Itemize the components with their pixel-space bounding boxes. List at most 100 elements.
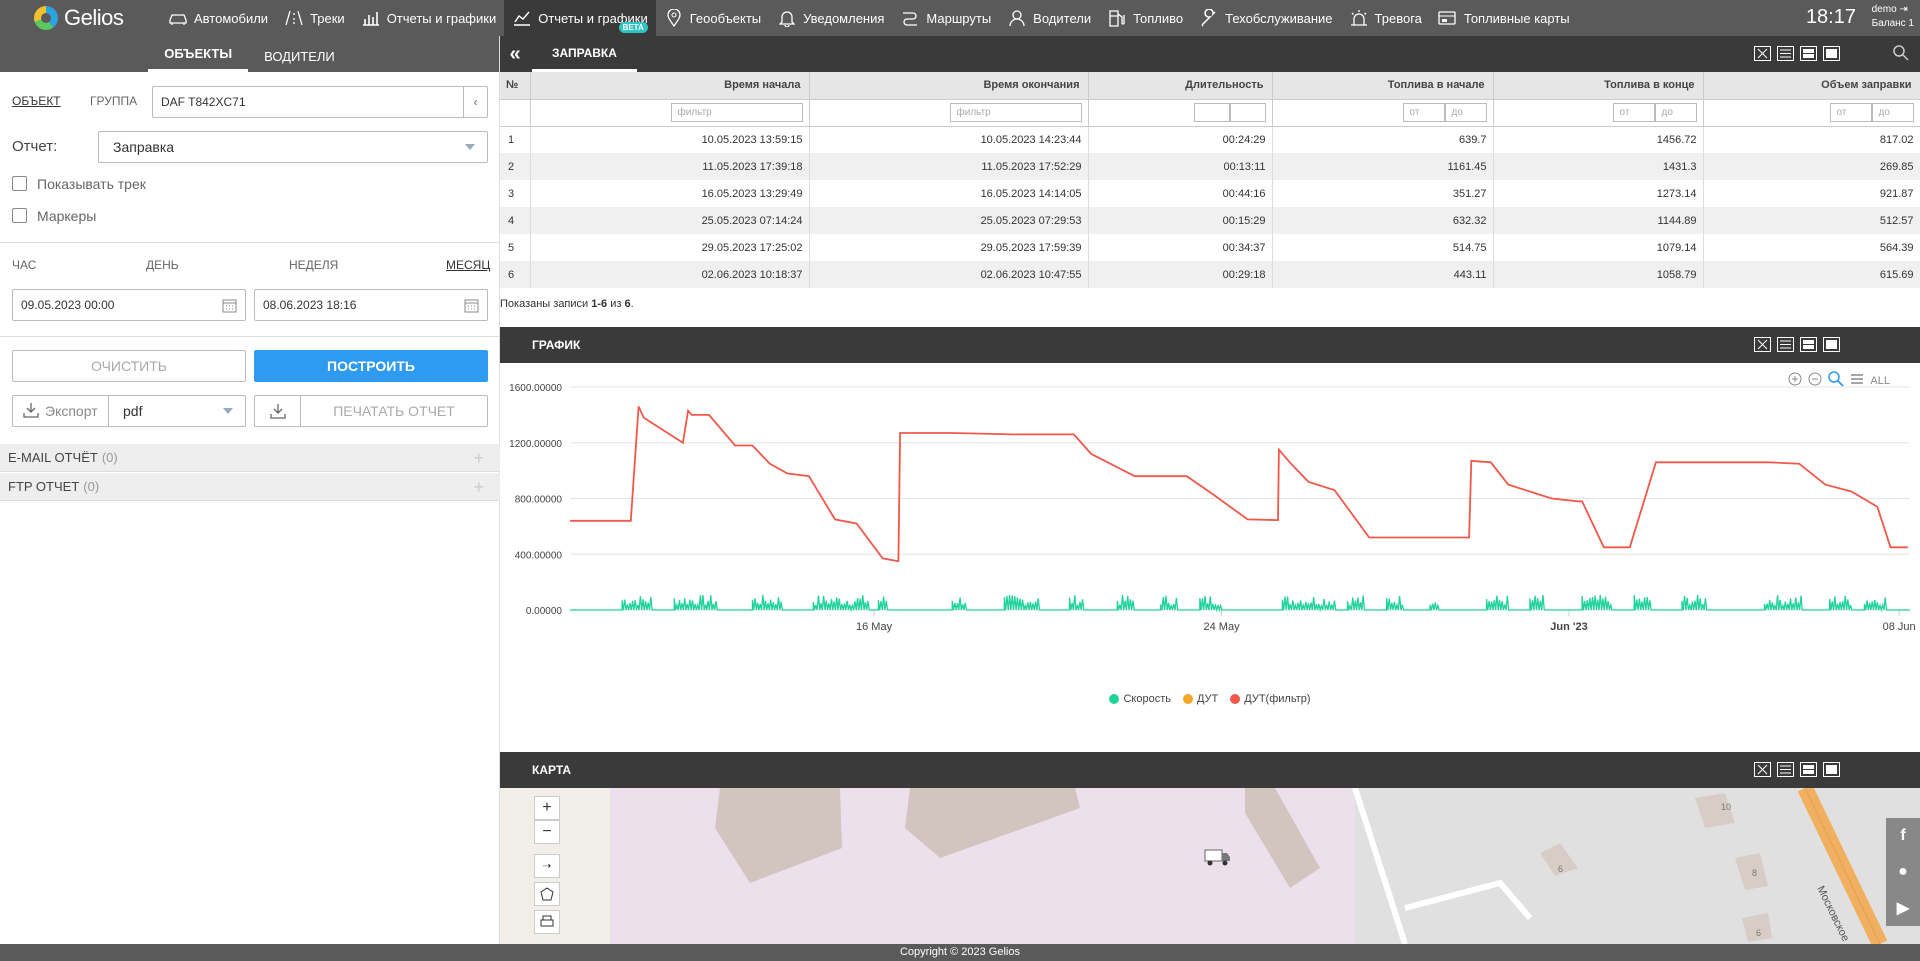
from-input[interactable]: от: [1612, 103, 1655, 122]
legend-item-speed[interactable]: Скорость: [1109, 693, 1171, 705]
truck-icon[interactable]: [1202, 846, 1232, 871]
print-report-button[interactable]: ПЕЧАТАТЬ ОТЧЕТ: [254, 395, 488, 427]
column-header[interactable]: №: [500, 72, 531, 100]
nav-maintenance[interactable]: Техобслуживание: [1191, 0, 1340, 36]
plus-icon[interactable]: +: [473, 477, 484, 498]
to-input[interactable]: до: [1444, 103, 1487, 122]
filter-input[interactable]: фильтр: [670, 103, 803, 122]
table-row[interactable]: 6 02.06.2023 10:18:37 02.06.2023 10:47:55 0…: [500, 261, 1920, 288]
column-header[interactable]: Время начала: [530, 72, 810, 100]
table-row[interactable]: 5 29.05.2023 17:25:02 29.05.2023 17:59:39 0…: [500, 234, 1920, 261]
map-zoom-out-button[interactable]: −: [534, 820, 560, 844]
period-month[interactable]: МЕСЯЦ: [446, 258, 490, 272]
filter-input[interactable]: фильтр: [949, 103, 1082, 122]
mode-object[interactable]: ОБЪЕКТ: [12, 94, 61, 108]
chevron-left-icon[interactable]: ‹: [463, 87, 487, 117]
map-zoom-in-button[interactable]: +: [534, 796, 560, 820]
report-select[interactable]: Заправка: [98, 131, 488, 163]
layout-rows-icon[interactable]: [1777, 337, 1794, 352]
email-report-section[interactable]: E-MAIL ОТЧЁТ (0) +: [0, 444, 500, 472]
object-select[interactable]: DAF T842XC71 ‹: [152, 86, 488, 118]
tab-drivers[interactable]: ВОДИТЕЛИ: [248, 36, 351, 72]
table-row[interactable]: 3 16.05.2023 13:29:49 16.05.2023 14:14:05 0…: [500, 180, 1920, 207]
brand-logo[interactable]: Gelios: [0, 0, 160, 36]
maximize-icon[interactable]: [1823, 762, 1840, 777]
from-input[interactable]: от: [1829, 103, 1872, 122]
layout-split-icon[interactable]: [1800, 46, 1817, 61]
nav-notifications[interactable]: Уведомления: [769, 0, 892, 36]
legend-item-dut[interactable]: ДУТ: [1182, 693, 1218, 705]
chevron-down-icon: [465, 144, 475, 150]
legend-item-dut-filter[interactable]: ДУТ(фильтр): [1230, 693, 1311, 705]
ruler-icon[interactable]: ⇢: [534, 854, 560, 878]
date-from-input[interactable]: 09.05.2023 00:00: [12, 289, 246, 321]
markers-checkbox[interactable]: [12, 208, 27, 223]
column-header[interactable]: Объем заправки: [1703, 72, 1920, 100]
nav-geoobjects[interactable]: Геообъекты: [656, 0, 769, 36]
layout-rows-icon[interactable]: [1777, 46, 1794, 61]
facebook-icon[interactable]: f: [1886, 818, 1920, 854]
nav-cars[interactable]: Автомобили: [160, 0, 276, 36]
to-input[interactable]: до: [1654, 103, 1697, 122]
nav-alarm[interactable]: Тревога: [1341, 0, 1430, 36]
calendar-icon[interactable]: [222, 298, 237, 316]
mode-group[interactable]: ГРУППА: [90, 94, 137, 108]
polygon-icon[interactable]: [534, 882, 560, 906]
table-body: 1 10.05.2023 13:59:15 10.05.2023 14:23:44 0…: [500, 126, 1920, 288]
email-report-label: E-MAIL ОТЧЁТ: [8, 450, 98, 465]
logout-icon[interactable]: ⇥: [1899, 4, 1907, 15]
close-panel-icon[interactable]: [1754, 46, 1771, 61]
export-format-value[interactable]: pdf: [109, 403, 142, 419]
clear-button[interactable]: ОЧИСТИТЬ: [12, 350, 246, 382]
close-panel-icon[interactable]: [1754, 762, 1771, 777]
collapse-left-icon[interactable]: «: [500, 36, 530, 72]
column-header[interactable]: Топлива в начале: [1272, 72, 1494, 100]
nav-drivers[interactable]: Водители: [999, 0, 1099, 36]
build-button[interactable]: ПОСТРОИТЬ: [254, 350, 488, 382]
show-track-checkbox[interactable]: [12, 176, 27, 191]
period-week[interactable]: НЕДЕЛЯ: [289, 258, 338, 272]
user-box[interactable]: demo ⇥ Баланс 1: [1872, 3, 1914, 31]
column-header[interactable]: Время окончания: [809, 72, 1089, 100]
maximize-icon[interactable]: [1823, 46, 1840, 61]
table-header-row: № Время начала Время окончания Длительно…: [500, 72, 1920, 100]
column-header[interactable]: Топлива в конце: [1493, 72, 1704, 100]
apple-icon[interactable]: ●: [1886, 854, 1920, 890]
period-day[interactable]: ДЕНЬ: [146, 258, 179, 272]
maximize-icon[interactable]: [1823, 337, 1840, 352]
layout-rows-icon[interactable]: [1777, 762, 1794, 777]
duration-to-input[interactable]: [1229, 103, 1266, 122]
table-row[interactable]: 4 25.05.2023 07:14:24 25.05.2023 07:29:53 0…: [500, 207, 1920, 234]
search-icon[interactable]: [1892, 44, 1910, 65]
calendar-icon[interactable]: [464, 298, 479, 316]
nav-fuel-cards[interactable]: Топливные карты: [1430, 0, 1578, 36]
plus-icon[interactable]: +: [473, 448, 484, 469]
map[interactable]: 10 8 6 6 Московское + − ⇢ f ● ▶: [500, 788, 1920, 944]
layout-split-icon[interactable]: [1800, 762, 1817, 777]
layout-split-icon[interactable]: [1800, 337, 1817, 352]
period-hour[interactable]: ЧАС: [12, 258, 36, 272]
to-input[interactable]: до: [1871, 103, 1914, 122]
nav-routes[interactable]: Маршруты: [892, 0, 999, 36]
filter-cell: фильтр: [530, 99, 810, 127]
road-icon: [284, 9, 304, 27]
table-row[interactable]: 2 11.05.2023 17:39:18 11.05.2023 17:52:29 0…: [500, 153, 1920, 180]
from-input[interactable]: от: [1402, 103, 1445, 122]
print-icon[interactable]: [534, 910, 560, 934]
close-panel-icon[interactable]: [1754, 337, 1771, 352]
google-play-icon[interactable]: ▶: [1886, 890, 1920, 926]
column-header[interactable]: Длительность: [1088, 72, 1273, 100]
export-control[interactable]: Экспорт pdf: [12, 395, 246, 427]
table-panel-header: « ЗАПРАВКА: [500, 36, 1920, 72]
nav-reports[interactable]: Отчеты и графики: [353, 0, 505, 36]
nav-fuel[interactable]: Топливо: [1099, 0, 1191, 36]
tab-objects[interactable]: ОБЪЕКТЫ: [148, 36, 249, 72]
nav-tracks[interactable]: Треки: [276, 0, 353, 36]
tab-refuel[interactable]: ЗАПРАВКА: [532, 36, 637, 72]
table-row[interactable]: 1 10.05.2023 13:59:15 10.05.2023 14:23:44 0…: [500, 126, 1920, 153]
date-to-input[interactable]: 08.06.2023 18:16: [254, 289, 488, 321]
ftp-report-section[interactable]: FTP ОТЧЕТ (0) +: [0, 473, 500, 501]
export-button[interactable]: Экспорт: [13, 396, 109, 426]
nav-reports-beta[interactable]: Отчеты и графики BETA: [504, 0, 656, 36]
duration-from-input[interactable]: [1193, 103, 1230, 122]
